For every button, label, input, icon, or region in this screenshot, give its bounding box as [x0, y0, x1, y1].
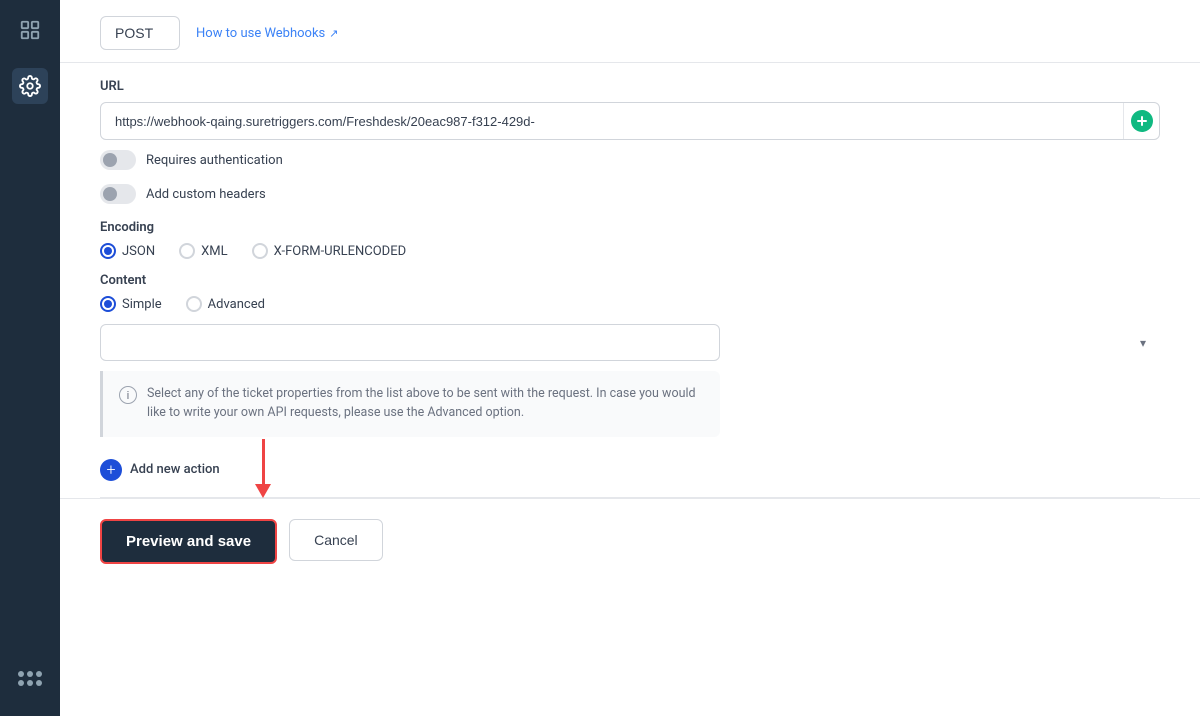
- encoding-xml-radio: [179, 243, 195, 259]
- custom-headers-toggle[interactable]: [100, 184, 136, 204]
- url-action-button[interactable]: [1123, 103, 1159, 139]
- custom-headers-label: Add custom headers: [146, 187, 266, 202]
- add-action-row[interactable]: + Add new action: [60, 437, 1200, 497]
- encoding-xform-label: X-FORM-URLENCODED: [274, 244, 407, 259]
- content-simple-option[interactable]: Simple: [100, 296, 162, 312]
- sidebar: [0, 0, 60, 716]
- content-simple-radio: [100, 296, 116, 312]
- custom-headers-thumb: [103, 187, 117, 201]
- info-icon: i: [119, 386, 137, 404]
- url-label: URL: [100, 79, 1160, 94]
- encoding-radio-group: JSON XML X-FORM-URLENCODED: [100, 243, 1160, 259]
- encoding-xform-option[interactable]: X-FORM-URLENCODED: [252, 243, 407, 259]
- content-dropdown-row: ▾: [100, 324, 1160, 361]
- content-advanced-label: Advanced: [208, 297, 265, 312]
- encoding-json-label: JSON: [122, 244, 155, 259]
- grid-dots-icon: [18, 671, 42, 686]
- preview-save-button[interactable]: Preview and save: [100, 519, 277, 564]
- encoding-section: Encoding JSON XML X-FORM-URLENCODED: [60, 208, 1200, 259]
- method-input[interactable]: [100, 16, 180, 50]
- content-radio-group: Simple Advanced: [100, 296, 1160, 312]
- encoding-json-radio: [100, 243, 116, 259]
- content-label: Content: [100, 273, 1160, 288]
- chevron-down-icon: ▾: [1140, 336, 1146, 350]
- add-action-icon: +: [100, 459, 122, 481]
- arrow-head: [255, 484, 271, 498]
- arrow-indicator: [255, 439, 271, 498]
- sidebar-gear-icon[interactable]: [12, 68, 48, 104]
- arrow-line: [262, 439, 265, 484]
- content-info-box: i Select any of the ticket properties fr…: [100, 371, 720, 437]
- requires-auth-track: [100, 150, 136, 170]
- url-add-icon: [1131, 110, 1153, 132]
- top-bar: How to use Webhooks: [60, 0, 1200, 63]
- cancel-button[interactable]: Cancel: [289, 519, 383, 561]
- custom-headers-row: Add custom headers: [60, 174, 1200, 208]
- encoding-xml-label: XML: [201, 244, 228, 259]
- sidebar-apps-icon[interactable]: [12, 660, 48, 696]
- requires-auth-label: Requires authentication: [146, 153, 283, 168]
- url-section: URL: [60, 63, 1200, 140]
- webhook-help-link[interactable]: How to use Webhooks: [196, 26, 338, 41]
- content-advanced-option[interactable]: Advanced: [186, 296, 265, 312]
- url-field-row: [100, 102, 1160, 140]
- content-simple-label: Simple: [122, 297, 162, 312]
- add-action-label: Add new action: [130, 462, 220, 477]
- main-content: How to use Webhooks URL Requires authent…: [60, 0, 1200, 716]
- encoding-label: Encoding: [100, 220, 1160, 235]
- encoding-xform-radio: [252, 243, 268, 259]
- requires-auth-toggle[interactable]: [100, 150, 136, 170]
- encoding-json-option[interactable]: JSON: [100, 243, 155, 259]
- encoding-xml-option[interactable]: XML: [179, 243, 228, 259]
- content-info-text: Select any of the ticket properties from…: [147, 385, 704, 423]
- requires-auth-thumb: [103, 153, 117, 167]
- content-advanced-radio: [186, 296, 202, 312]
- custom-headers-track: [100, 184, 136, 204]
- url-input[interactable]: [101, 104, 1123, 139]
- content-dropdown[interactable]: [100, 324, 720, 361]
- sidebar-chart-icon[interactable]: [12, 12, 48, 48]
- requires-auth-row: Requires authentication: [60, 140, 1200, 174]
- content-section: Content Simple Advanced ▾ i Select any o…: [60, 259, 1200, 437]
- footer: Preview and save Cancel: [60, 498, 1200, 584]
